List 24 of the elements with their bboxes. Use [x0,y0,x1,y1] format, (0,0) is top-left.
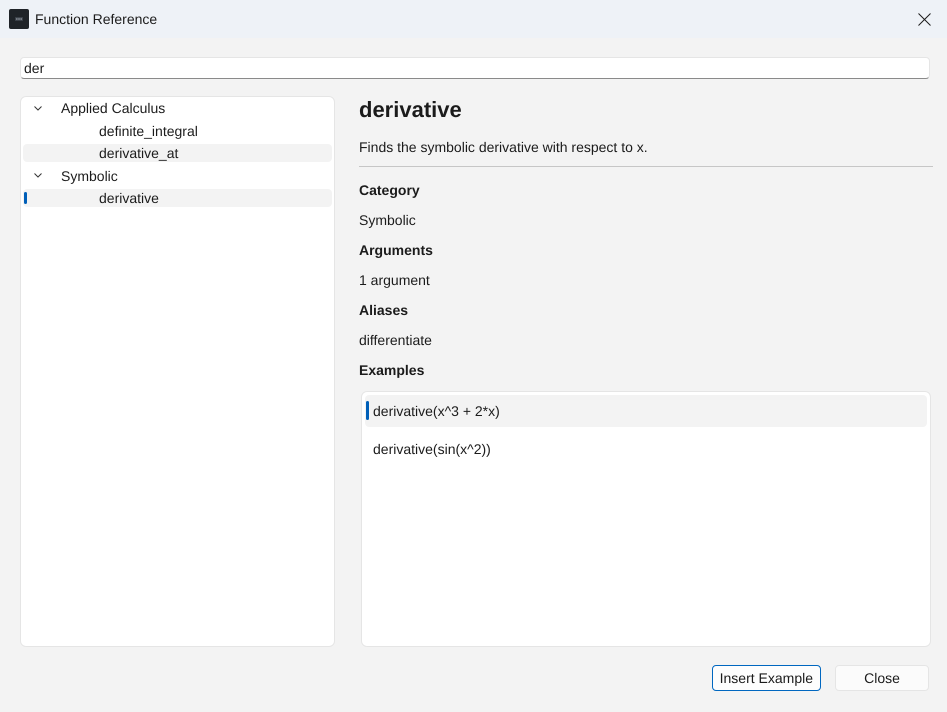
function-title: derivative [359,96,462,124]
close-icon [918,12,930,26]
search-field[interactable]: der [20,57,930,79]
chevron-down-icon[interactable] [34,173,42,178]
section-heading: Arguments [359,241,433,260]
section-value: Symbolic [359,211,416,230]
insert-example-button[interactable]: Insert Example [712,665,821,691]
example-item[interactable]: derivative(x^3 + 2*x) [365,395,927,427]
section-heading: Aliases [359,301,408,320]
section-heading: Examples [359,361,424,380]
section-value: differentiate [359,331,432,350]
function-description: Finds the symbolic derivative with respect to x. [359,138,648,157]
tree-item[interactable]: Applied Calculus [23,99,332,117]
tree-item[interactable]: Symbolic [23,166,332,184]
close-dialog-button[interactable]: Close [835,665,929,691]
section-value: 1 argument [359,271,430,290]
section-heading: Category [359,181,420,200]
chevron-down-icon[interactable] [34,106,42,110]
example-item[interactable]: derivative(sin(x^2)) [365,433,927,465]
tree-item[interactable]: derivative [23,189,332,207]
app-icon [9,9,29,29]
window-title: Function Reference [35,10,158,28]
tree-item[interactable]: definite_integral [23,122,332,140]
tree-item[interactable]: derivative_at [23,144,332,162]
